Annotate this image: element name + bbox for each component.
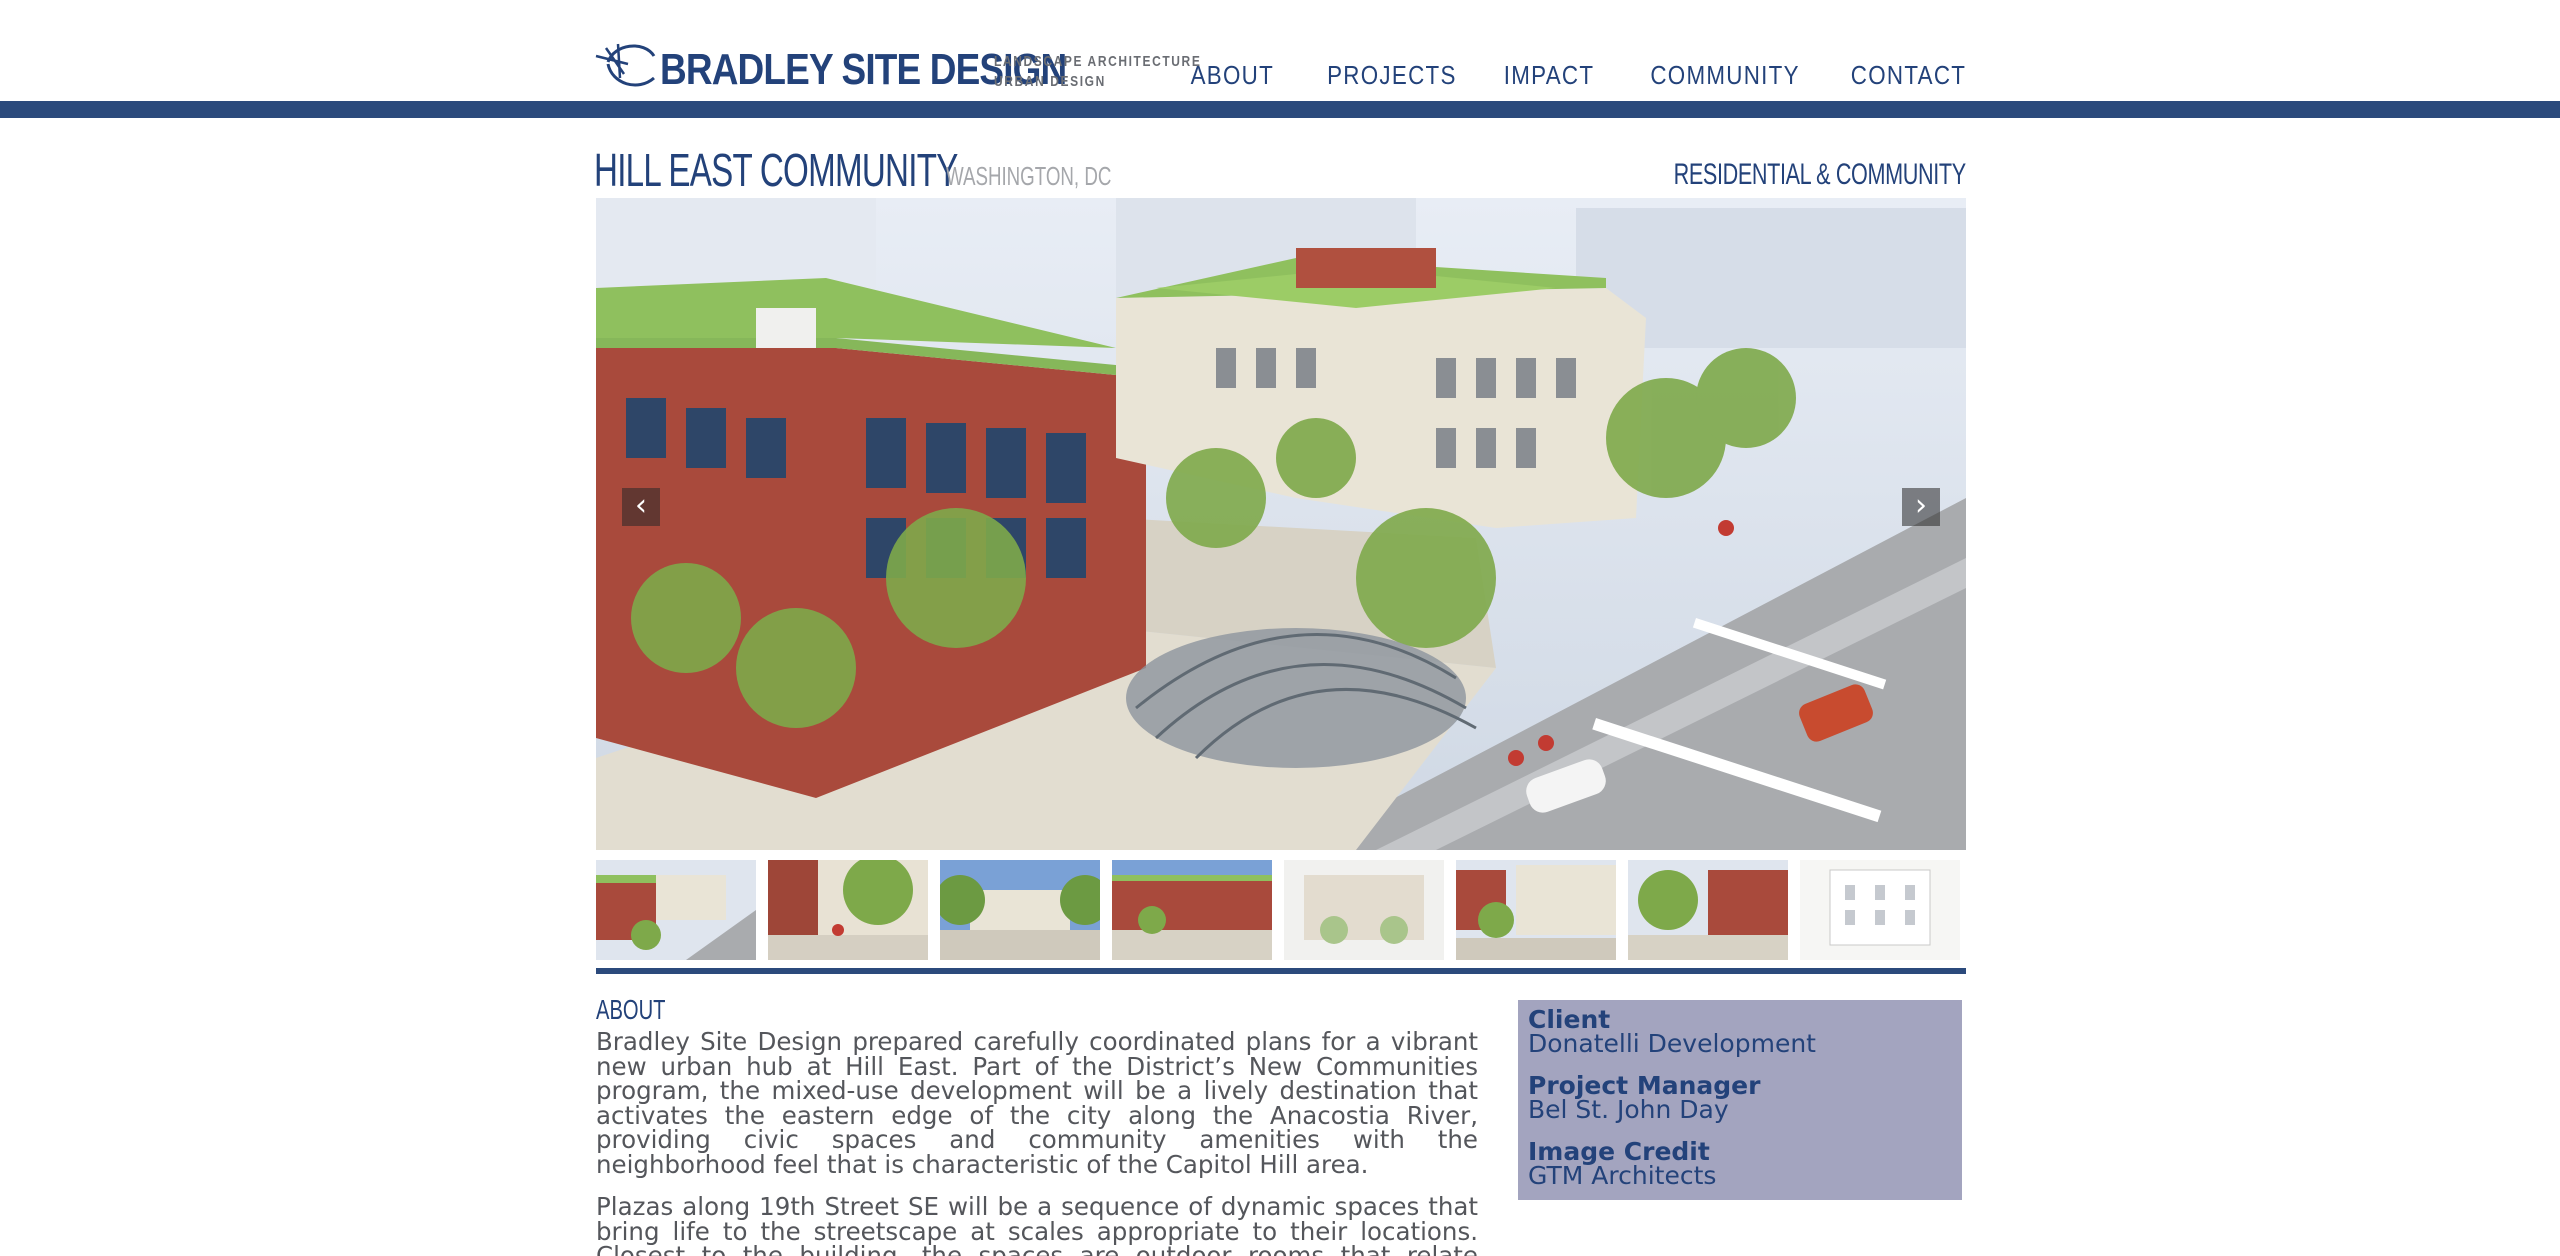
thumbnail-strip [596, 860, 1966, 960]
thumbnail-6-image [1456, 860, 1616, 960]
nav-contact[interactable]: CONTACT [1851, 60, 1966, 91]
thumbnail-3[interactable] [940, 860, 1100, 960]
thumbnail-8[interactable] [1800, 860, 1960, 960]
thumbnail-7-image [1628, 860, 1788, 960]
chevron-left-icon: ‹ [635, 488, 647, 523]
site-logo[interactable]: BRADLEY SITE DESIGN LANDSCAPE ARCHITECTU… [594, 34, 1200, 94]
hero-image [596, 198, 1966, 850]
nav-about[interactable]: ABOUT [1190, 60, 1273, 91]
thumbnail-1-image [596, 860, 756, 960]
about-paragraph-2: Plazas along 19th Street SE will be a se… [596, 1192, 1478, 1256]
header-divider [0, 101, 2560, 118]
thumbnail-5-image [1284, 860, 1444, 960]
thumbnail-8-image [1800, 860, 1960, 960]
about-text: Bradley Site Design prepared carefully c… [596, 1030, 1478, 1256]
thumbnail-divider [596, 968, 1966, 974]
about-heading: ABOUT [596, 994, 666, 1025]
project-location: WASHINGTON, DC [946, 161, 1112, 191]
thumbnail-7[interactable] [1628, 860, 1788, 960]
thumbnail-2[interactable] [768, 860, 928, 960]
slideshow-prev-button[interactable]: ‹ [622, 488, 660, 526]
image-credit-value: GTM Architects [1528, 1161, 1717, 1190]
thumbnail-1[interactable] [596, 860, 756, 960]
project-title-row: HILL EAST COMMUNITY WASHINGTON, DC RESID… [594, 140, 1966, 196]
slideshow-next-button[interactable]: › [1902, 488, 1940, 526]
brand-tagline-line2: URBAN DESIGN [994, 73, 1106, 90]
thumbnail-6[interactable] [1456, 860, 1616, 960]
hero-slideshow: ‹ › [596, 198, 1966, 850]
nav-projects[interactable]: PROJECTS [1327, 60, 1457, 91]
nav-community[interactable]: COMMUNITY [1650, 60, 1799, 91]
project-details-box: Client Donatelli Development Project Man… [1518, 1000, 1962, 1200]
about-paragraph-1: Bradley Site Design prepared carefully c… [596, 1030, 1478, 1179]
thumbnail-3-image [940, 860, 1100, 960]
page-title: HILL EAST COMMUNITY [594, 144, 958, 196]
brand-tagline-line1: LANDSCAPE ARCHITECTURE [994, 53, 1202, 70]
main-nav: ABOUT PROJECTS IMPACT COMMUNITY CONTACT [1177, 60, 1966, 91]
project-manager-value: Bel St. John Day [1528, 1095, 1729, 1124]
thumbnail-4-image [1112, 860, 1272, 960]
thumbnail-5[interactable] [1284, 860, 1444, 960]
nav-impact[interactable]: IMPACT [1503, 60, 1594, 91]
logo-mark-icon [595, 43, 656, 87]
site-header: BRADLEY SITE DESIGN LANDSCAPE ARCHITECTU… [0, 0, 2560, 118]
brand-tagline: LANDSCAPE ARCHITECTURE URBAN DESIGN [994, 52, 1201, 92]
thumbnail-2-image [768, 860, 928, 960]
project-category-link[interactable]: RESIDENTIAL & COMMUNITY [1674, 158, 1967, 192]
thumbnail-4[interactable] [1112, 860, 1272, 960]
chevron-right-icon: › [1915, 488, 1927, 523]
client-value: Donatelli Development [1528, 1029, 1816, 1058]
